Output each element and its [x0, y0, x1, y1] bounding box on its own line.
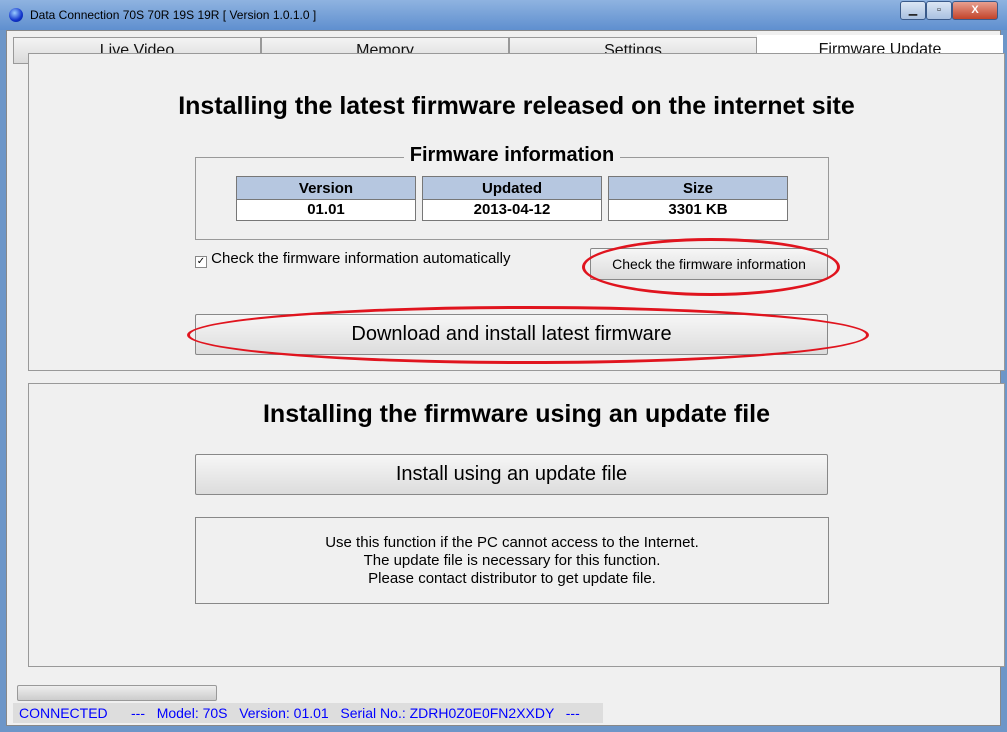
close-button[interactable]: X [952, 1, 998, 20]
separator: --- [565, 705, 580, 721]
window-title: Data Connection 70S 70R 19S 19R [ Versio… [30, 8, 317, 22]
connection-status: CONNECTED [19, 705, 108, 721]
version-value: 01.01 [236, 200, 416, 221]
model-status: Model: 70S [156, 705, 228, 721]
note-line: Please contact distributor to get update… [368, 570, 656, 587]
separator: --- [131, 705, 146, 721]
install-file-button[interactable]: Install using an update file [195, 454, 828, 495]
maximize-button[interactable]: ▫ [926, 1, 952, 20]
title-bar: Data Connection 70S 70R 19S 19R [ Versio… [0, 0, 1007, 30]
minimize-button[interactable]: ▁ [900, 1, 926, 20]
file-update-panel: Installing the firmware using an update … [28, 383, 1005, 667]
horizontal-scrollbar[interactable] [17, 685, 217, 701]
highlight-ring [582, 238, 840, 296]
offline-heading: Installing the firmware using an update … [262, 400, 771, 428]
online-update-panel: Installing the latest firmware released … [28, 53, 1005, 371]
column-header: Updated [422, 176, 602, 200]
auto-check-checkbox[interactable]: ✓ Check the firmware information automat… [195, 250, 510, 268]
firmware-info-group: Firmware information Version Updated Siz… [195, 144, 829, 240]
status-bar: CONNECTED --- Model: 70S Version: 01.01 … [13, 703, 603, 723]
updated-value: 2013-04-12 [422, 200, 602, 221]
online-heading: Installing the latest firmware released … [178, 92, 855, 120]
checkmark-icon: ✓ [195, 256, 207, 268]
note-line: The update file is necessary for this fu… [363, 552, 661, 569]
serial-status: Serial No.: ZDRH0Z0E0FN2XXDY [340, 705, 555, 721]
client-area: Live Video Memory Settings Firmware Upda… [6, 30, 1005, 726]
group-title: Firmware information [403, 144, 621, 166]
note-line: Use this function if the PC cannot acces… [325, 534, 699, 551]
auto-check-label: Check the firmware information automatic… [211, 250, 511, 267]
column-header: Version [236, 176, 416, 200]
app-icon [9, 8, 23, 22]
info-note: Use this function if the PC cannot acces… [195, 517, 829, 604]
size-value: 3301 KB [608, 200, 788, 221]
column-header: Size [608, 176, 788, 200]
version-status: Version: 01.01 [239, 705, 329, 721]
highlight-ring [187, 306, 869, 364]
